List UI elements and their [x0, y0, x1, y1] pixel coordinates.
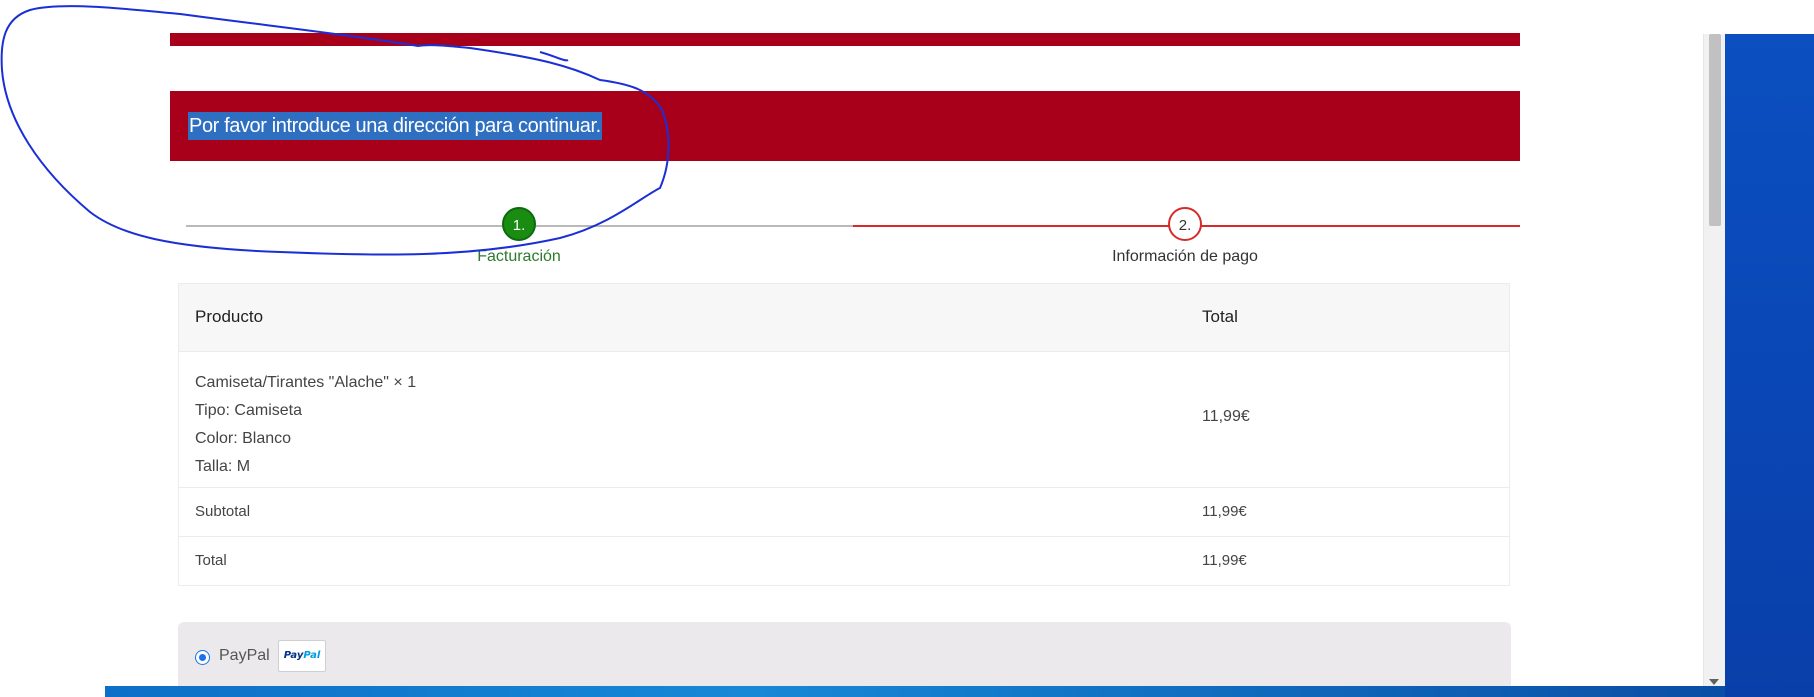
column-header-total: Total	[1202, 307, 1238, 326]
step-2-circle[interactable]: 2.	[1168, 207, 1202, 241]
taskbar-strip	[105, 686, 1725, 697]
total-label: Total	[195, 552, 227, 569]
product-name: Camiseta/Tirantes "Alache" × 1	[195, 374, 417, 391]
product-details: Camiseta/Tirantes "Alache" × 1 Tipo: Cam…	[195, 369, 416, 481]
subtotal-row: Subtotal 11,99€	[179, 487, 1509, 536]
table-header-row: Producto Total	[179, 284, 1509, 351]
desktop-background	[1725, 34, 1814, 697]
payment-methods: PayPal PayPal	[178, 622, 1511, 686]
step-2-label[interactable]: Información de pago	[1112, 248, 1258, 266]
notice-message: Por favor introduce una dirección para c…	[188, 112, 602, 140]
paypal-logo-icon: PayPal	[278, 640, 326, 672]
scroll-down-arrow-icon[interactable]	[1709, 679, 1719, 685]
subtotal-value: 11,99€	[1202, 503, 1247, 520]
step-1-circle[interactable]: 1.	[502, 207, 536, 241]
total-row: Total 11,99€	[179, 536, 1509, 585]
step-1-label[interactable]: Facturación	[477, 248, 561, 266]
column-header-product: Producto	[195, 307, 264, 326]
subtotal-label: Subtotal	[195, 503, 251, 520]
product-line-total: 11,99€	[1202, 408, 1250, 425]
product-variant-color: Color: Blanco	[195, 430, 292, 447]
top-red-bar	[170, 33, 1520, 46]
vertical-scrollbar[interactable]	[1703, 34, 1725, 687]
table-row: Camiseta/Tirantes "Alache" × 1 Tipo: Cam…	[179, 351, 1509, 487]
scrollbar-thumb[interactable]	[1709, 34, 1721, 226]
product-variant-type: Tipo: Camiseta	[195, 402, 302, 419]
paypal-radio-button[interactable]	[195, 650, 210, 665]
product-variant-size: Talla: M	[195, 458, 251, 475]
checkout-stepper: 1. Facturación 2. Información de pago	[186, 205, 1520, 275]
order-review-table: Producto Total Camiseta/Tirantes "Alache…	[178, 283, 1510, 586]
paypal-logo-pal: Pal	[303, 650, 321, 661]
paypal-method-label[interactable]: PayPal	[219, 647, 270, 665]
error-notice-banner: Por favor introduce una dirección para c…	[170, 91, 1520, 161]
paypal-logo-pay: Pay	[283, 650, 304, 661]
total-value: 11,99€	[1202, 552, 1247, 569]
